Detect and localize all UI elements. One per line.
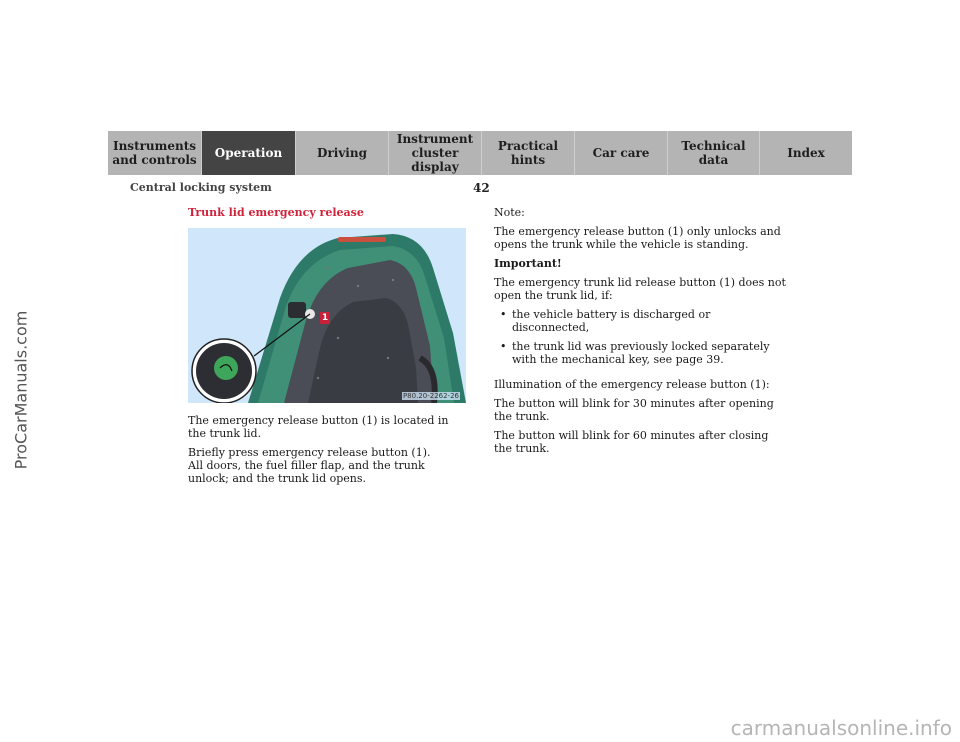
tab-label: Car care [592, 146, 650, 160]
tab-driving[interactable]: Driving [296, 131, 389, 175]
tab-label: Index [787, 146, 825, 160]
list-item: • the trunk lid was previously locked sep… [494, 340, 786, 366]
bullet-icon: • [500, 340, 507, 353]
chapter-tab-bar: Instruments and controls Operation Drivi… [108, 131, 852, 175]
page-number: 42 [473, 181, 490, 195]
important-text: The emergency trunk lid release button (… [494, 276, 786, 302]
result-paragraph: All doors, the fuel filler flap, and the… [188, 459, 425, 485]
figure-callout-1: 1 [320, 312, 330, 324]
illumination-open-text: The button will blink for 30 minutes aft… [494, 397, 774, 423]
tab-index[interactable]: Index [760, 131, 852, 175]
tab-label: Driving [317, 146, 367, 160]
tab-label: Operation [214, 146, 283, 160]
note-label: Note: [494, 206, 525, 219]
important-label: Important! [494, 257, 562, 270]
tab-label: Instruments and controls [112, 139, 197, 167]
tab-label: Practical hints [497, 139, 559, 167]
trunk-lid-illustration: 1 P80.20-2262-26 [188, 228, 466, 404]
section-header: Central locking system [130, 181, 272, 194]
bottom-watermark: carmanualsonline.info [730, 716, 952, 740]
tab-instruments-and-controls[interactable]: Instruments and controls [108, 131, 202, 175]
side-watermark: ProCarManuals.com [8, 290, 34, 490]
tab-car-care[interactable]: Car care [575, 131, 668, 175]
right-column: Note: The emergency release button (1) o… [494, 206, 786, 461]
tab-operation[interactable]: Operation [202, 131, 296, 175]
illumination-close-text: The button will blink for 60 minutes aft… [494, 429, 769, 455]
tab-practical-hints[interactable]: Practical hints [482, 131, 575, 175]
note-text: The emergency release button (1) only un… [494, 225, 781, 251]
page-title: Trunk lid emergency release [188, 206, 364, 219]
illumination-heading: Illumination of the emergency release bu… [494, 378, 770, 391]
bullet-text: the vehicle battery is discharged or dis… [512, 308, 711, 334]
tab-label: Instrument cluster display [396, 132, 474, 174]
list-item: • the vehicle battery is discharged or di… [494, 308, 786, 334]
side-watermark-text: ProCarManuals.com [11, 310, 31, 470]
instruction-paragraph: Briefly press emergency release button (… [188, 446, 431, 459]
bullet-icon: • [500, 308, 507, 321]
tab-label: Technical data [681, 139, 746, 167]
tab-technical-data[interactable]: Technical data [668, 131, 760, 175]
tab-instrument-cluster-display[interactable]: Instrument cluster display [389, 131, 482, 175]
bullet-text: the trunk lid was previously locked sepa… [512, 340, 770, 366]
left-column: The emergency release button (1) is loca… [188, 414, 468, 491]
location-paragraph: The emergency release button (1) is loca… [188, 414, 449, 440]
figure-code: P80.20-2262-26 [401, 392, 460, 400]
